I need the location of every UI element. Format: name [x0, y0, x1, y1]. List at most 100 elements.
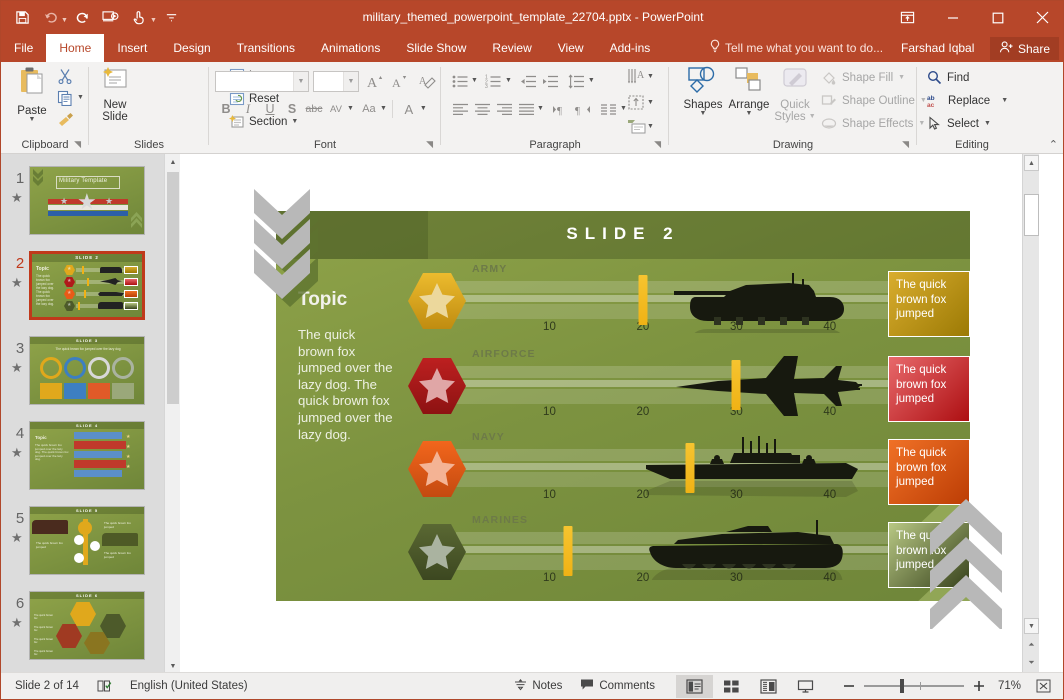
- fit-to-window-button[interactable]: [1027, 673, 1064, 700]
- font-size-input[interactable]: ▼: [313, 71, 359, 92]
- justify-dropdown-icon[interactable]: ▼: [537, 106, 544, 112]
- next-slide-icon[interactable]: ⏷: [1024, 655, 1039, 671]
- topic-body-text[interactable]: The quick brown fox jumped over the lazy…: [298, 327, 394, 443]
- bullets-dropdown-icon[interactable]: ▼: [471, 78, 478, 84]
- replace-button[interactable]: abac Replace ▼: [927, 93, 1008, 108]
- hex-badge-navy[interactable]: [406, 439, 468, 499]
- replace-dropdown-icon[interactable]: ▼: [1001, 98, 1008, 104]
- justify-button[interactable]: [515, 98, 537, 120]
- font-name-dropdown-icon[interactable]: ▼: [293, 72, 308, 91]
- tell-me-search[interactable]: Tell me what you want to do...: [709, 34, 883, 62]
- shapes-button[interactable]: Shapes ▼: [681, 66, 725, 117]
- thumbnail-slide-4[interactable]: 4 ★ SLIDE 4 Topic The quick brown fox ju…: [1, 419, 164, 504]
- font-color-button[interactable]: A: [398, 98, 420, 120]
- bullets-button[interactable]: [449, 70, 471, 92]
- zoom-slider[interactable]: [864, 685, 964, 687]
- paragraph-dialog-launcher[interactable]: ◥: [654, 139, 661, 150]
- copy-button[interactable]: ▼: [57, 90, 84, 106]
- tab-insert[interactable]: Insert: [104, 34, 160, 62]
- thumbnail-scrollbar[interactable]: ▲ ▼: [164, 154, 180, 674]
- slide-editing-area[interactable]: SLIDE 2 Topic The quick brown fox jumped…: [188, 154, 1039, 674]
- tab-file[interactable]: File: [1, 34, 46, 62]
- zoom-out-button[interactable]: [834, 673, 864, 700]
- thumbnail-scroll-up-icon[interactable]: ▲: [165, 154, 181, 170]
- align-text-button[interactable]: ▼: [627, 94, 654, 111]
- view-slide-show-button[interactable]: [787, 675, 824, 698]
- font-color-dropdown-icon[interactable]: ▼: [420, 106, 427, 112]
- tab-review[interactable]: Review: [479, 34, 544, 62]
- paste-dropdown-icon[interactable]: ▼: [29, 117, 36, 123]
- hex-badge-airforce[interactable]: [406, 356, 468, 416]
- decrease-indent-button[interactable]: [518, 70, 540, 92]
- italic-button[interactable]: I: [237, 98, 259, 120]
- character-spacing-dropdown-icon[interactable]: ▼: [347, 106, 354, 112]
- shape-fill-button[interactable]: Shape Fill ▼: [821, 70, 905, 85]
- slide-indicator[interactable]: Slide 2 of 14: [1, 673, 88, 700]
- zoom-level[interactable]: 71%: [994, 673, 1027, 700]
- change-case-button[interactable]: Aa: [358, 98, 380, 120]
- font-size-dropdown-icon[interactable]: ▼: [343, 72, 358, 91]
- scroll-thumb[interactable]: [1024, 194, 1039, 236]
- thumbnail-slide-3[interactable]: 3 ★ SLIDE 3 The quick brown fox jumped o…: [1, 334, 164, 419]
- view-slide-sorter-button[interactable]: [713, 675, 750, 698]
- tab-design[interactable]: Design: [160, 34, 223, 62]
- notes-button[interactable]: Notes: [505, 673, 571, 700]
- numbering-dropdown-icon[interactable]: ▼: [505, 78, 512, 84]
- drawing-dialog-launcher[interactable]: ◥: [902, 139, 909, 150]
- arrange-button[interactable]: Arrange ▼: [727, 66, 771, 117]
- right-to-left-button[interactable]: ¶: [572, 98, 594, 120]
- tab-view[interactable]: View: [545, 34, 597, 62]
- underline-button[interactable]: U: [259, 98, 281, 120]
- bold-button[interactable]: B: [215, 98, 237, 120]
- thumbnail-slide-5[interactable]: 5 ★ SLIDE 5 The quick brown fox jumped T…: [1, 504, 164, 589]
- columns-button[interactable]: [598, 98, 620, 120]
- character-spacing-button[interactable]: AV: [325, 98, 347, 120]
- thumbnail-slide-1[interactable]: 1 ★ Military Template ★ ★ ★: [1, 164, 164, 249]
- slide-canvas[interactable]: SLIDE 2 Topic The quick brown fox jumped…: [276, 211, 970, 601]
- align-right-button[interactable]: [493, 98, 515, 120]
- callout-navy[interactable]: The quick brown fox jumped: [888, 439, 970, 505]
- callout-airforce[interactable]: The quick brown fox jumped: [888, 356, 970, 422]
- scroll-up-icon[interactable]: ▲: [1024, 155, 1039, 171]
- shapes-dropdown-icon[interactable]: ▼: [700, 111, 707, 117]
- text-direction-button[interactable]: A ▼: [627, 68, 654, 85]
- text-direction-dropdown-icon[interactable]: ▼: [647, 74, 654, 80]
- line-spacing-button[interactable]: [566, 70, 588, 92]
- line-spacing-dropdown-icon[interactable]: ▼: [588, 78, 595, 84]
- change-case-dropdown-icon[interactable]: ▼: [380, 106, 387, 112]
- paste-button[interactable]: Paste ▼: [9, 66, 55, 123]
- comments-button[interactable]: Comments: [571, 673, 664, 700]
- thumbnail-slide-2[interactable]: 2 ★ SLIDE 2 Topic The quick brown fox ju…: [1, 249, 164, 334]
- slide-area-scrollbar[interactable]: ▲ ▼ ⏶ ⏷: [1022, 154, 1039, 674]
- value-marker-army[interactable]: [638, 275, 647, 325]
- thumbnail-slide-6[interactable]: 6 ★ SLIDE 6 The quick brown fox The quic…: [1, 589, 164, 674]
- font-dialog-launcher[interactable]: ◥: [426, 139, 433, 150]
- align-left-button[interactable]: [449, 98, 471, 120]
- thumbnail-scroll-thumb[interactable]: [167, 172, 179, 404]
- align-text-dropdown-icon[interactable]: ▼: [647, 100, 654, 106]
- convert-smartart-dropdown-icon[interactable]: ▼: [647, 124, 654, 130]
- arrange-dropdown-icon[interactable]: ▼: [746, 111, 753, 117]
- strikethrough-button[interactable]: abc: [303, 98, 325, 120]
- convert-to-smartart-button[interactable]: ▼: [627, 118, 654, 135]
- hex-badge-army[interactable]: [406, 271, 468, 331]
- new-slide-button[interactable]: New Slide: [93, 66, 137, 123]
- left-to-right-button[interactable]: ¶: [550, 98, 572, 120]
- value-marker-airforce[interactable]: [732, 360, 741, 410]
- font-name-input[interactable]: ▼: [215, 71, 309, 92]
- language-indicator[interactable]: English (United States): [121, 673, 257, 700]
- numbering-button[interactable]: 123: [483, 70, 505, 92]
- panel-splitter[interactable]: [180, 154, 188, 674]
- zoom-in-button[interactable]: [964, 673, 994, 700]
- tab-add-ins[interactable]: Add-ins: [597, 34, 664, 62]
- increase-indent-button[interactable]: [540, 70, 562, 92]
- share-button[interactable]: Share: [990, 37, 1059, 60]
- tab-transitions[interactable]: Transitions: [224, 34, 308, 62]
- tab-home[interactable]: Home: [46, 34, 104, 62]
- user-name[interactable]: Farshad Iqbal: [901, 34, 974, 62]
- cut-button[interactable]: [57, 68, 73, 84]
- center-button[interactable]: [471, 98, 493, 120]
- value-marker-navy[interactable]: [685, 443, 694, 493]
- tab-slide-show[interactable]: Slide Show: [393, 34, 479, 62]
- decrease-font-size-button[interactable]: A: [389, 70, 411, 92]
